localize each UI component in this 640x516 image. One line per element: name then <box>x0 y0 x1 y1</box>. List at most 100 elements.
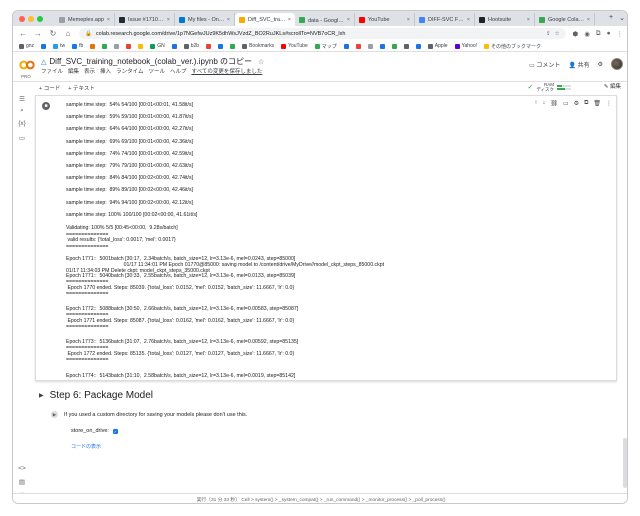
tab-close-icon[interactable]: × <box>107 17 110 23</box>
mirror-cell-icon[interactable]: ⧉ <box>584 100 588 107</box>
bookmark-item[interactable] <box>403 43 409 49</box>
show-code-link[interactable]: コードの表示 <box>71 443 101 450</box>
add-text-button[interactable]: + テキスト <box>68 84 95 92</box>
browser-tab[interactable]: Issue #1710 · CorentinJ/...× <box>115 13 175 26</box>
bookmark-item[interactable]: Apple <box>427 43 448 49</box>
bookmark-item[interactable] <box>90 43 96 49</box>
tab-close-icon[interactable]: × <box>527 17 530 23</box>
cell-settings-icon[interactable]: ⚙ <box>574 100 579 107</box>
bookmark-item[interactable] <box>379 43 385 49</box>
bookmark-item[interactable] <box>355 43 361 49</box>
new-tab-icon[interactable]: + <box>609 14 613 22</box>
files-icon[interactable]: ▭ <box>18 134 26 142</box>
minimize-window-button[interactable] <box>28 16 34 22</box>
extension-icon[interactable]: ◉ <box>584 30 590 38</box>
form-cell[interactable]: ▶ If you used a custom directory for sav… <box>51 411 247 418</box>
tab-close-icon[interactable]: × <box>467 17 470 23</box>
browser-tab[interactable]: DIFF-SVC FOR V...× <box>415 13 475 26</box>
browser-tab[interactable]: Hootsuite × <box>475 13 535 26</box>
settings-icon[interactable]: ⚙ <box>598 61 603 68</box>
bookmark-item[interactable]: その他のブックマーク <box>484 43 541 50</box>
menu-item[interactable]: ファイル <box>41 67 63 75</box>
bookmark-item[interactable]: fb <box>72 43 83 49</box>
bookmark-item[interactable] <box>218 43 224 49</box>
store-on-drive-checkbox[interactable]: ✓ <box>112 428 118 434</box>
tab-close-icon[interactable]: × <box>587 17 590 23</box>
star-icon[interactable]: ☆ <box>258 58 264 66</box>
bookmark-item[interactable] <box>343 43 349 49</box>
bookmark-item[interactable] <box>41 43 47 49</box>
bookmark-item[interactable]: マップ <box>314 43 337 50</box>
close-window-button[interactable] <box>19 16 25 22</box>
menu-item[interactable]: ランタイム <box>116 67 143 75</box>
bookmark-item[interactable] <box>102 43 108 49</box>
browser-tab[interactable]: YouTube × <box>355 13 415 26</box>
edit-mode-button[interactable]: ✎ 編集 <box>604 82 621 90</box>
bookmark-item[interactable]: gnz <box>19 43 34 49</box>
collapse-caret-icon[interactable]: ▶ <box>39 392 44 399</box>
browser-tab[interactable]: Memeplex.app × <box>55 13 115 26</box>
tab-search-icon[interactable]: ⌄ <box>619 14 625 22</box>
bookmark-item[interactable]: b2b <box>183 43 199 49</box>
profile-icon[interactable]: ● <box>607 30 611 38</box>
home-icon[interactable]: ⌂ <box>64 29 72 38</box>
toc-icon[interactable]: ☰ <box>18 95 26 103</box>
variables-icon[interactable]: {x} <box>18 120 26 127</box>
tab-close-icon[interactable]: × <box>167 17 170 23</box>
forward-icon[interactable]: → <box>34 29 42 38</box>
back-icon[interactable]: ← <box>19 29 27 38</box>
bookmark-item[interactable]: YouTube <box>281 43 308 49</box>
scrollbar[interactable] <box>623 438 627 488</box>
delete-icon[interactable]: 🗑 <box>593 100 601 107</box>
search-icon[interactable]: ⌕ <box>18 107 26 115</box>
browser-tab[interactable]: Diff_SVC_training_noteb...× <box>235 13 295 26</box>
menu-item[interactable]: 表示 <box>84 67 95 75</box>
comment-cell-icon[interactable]: ▭ <box>563 100 569 107</box>
menu-item[interactable]: ヘルプ <box>170 67 187 75</box>
bookmark-item[interactable] <box>391 43 397 49</box>
bookmark-item[interactable]: Bookmarks <box>242 43 274 49</box>
code-cell[interactable]: ■ ↑ ↓ ⛓ ▭ ⚙ ⧉ 🗑 ⋮ sample time step: 54% … <box>35 95 617 381</box>
menu-item[interactable]: 挿入 <box>100 67 111 75</box>
reload-icon[interactable]: ↻ <box>49 29 57 38</box>
bookmark-item[interactable] <box>206 43 212 49</box>
browser-tab[interactable]: My files - OneDrive× <box>175 13 235 26</box>
bookmark-item[interactable] <box>171 43 177 49</box>
section-header[interactable]: ▶ Step 6: Package Model <box>39 390 153 401</box>
resource-indicator[interactable]: ✓ RAM ディスク <box>527 82 571 92</box>
bookmark-item[interactable] <box>126 43 132 49</box>
cell-more-icon[interactable]: ⋮ <box>606 100 612 107</box>
comment-button[interactable]: ▭ コメント <box>529 60 560 69</box>
link-icon[interactable]: ⛓ <box>550 100 558 107</box>
address-bar[interactable]: 🔒 colab.research.google.com/drive/1p7NGe… <box>79 28 566 39</box>
share-button[interactable]: 👤 共有 <box>568 60 589 69</box>
bookmark-item[interactable]: tw <box>53 43 65 49</box>
extension-icon[interactable]: ⬢ <box>573 30 579 38</box>
zoom-window-button[interactable] <box>37 16 43 22</box>
stop-cell-button[interactable]: ■ <box>42 102 50 110</box>
bookmark-item[interactable] <box>138 43 144 49</box>
add-code-button[interactable]: + コード <box>39 84 60 92</box>
bookmark-item[interactable] <box>415 43 421 49</box>
save-status-link[interactable]: すべての変更を保存しました <box>191 67 262 75</box>
browser-tab[interactable]: data - Google ドライブ× <box>295 13 355 26</box>
notebook-title-text[interactable]: Diff_SVC_training_notebook_(colab_ver.).… <box>49 56 252 67</box>
bookmark-item[interactable] <box>230 43 236 49</box>
command-palette-icon[interactable]: ▤ <box>18 478 26 486</box>
bookmark-item[interactable] <box>114 43 120 49</box>
bookmark-item[interactable]: Yahoo! <box>454 43 477 49</box>
browser-tab[interactable]: Google Colab V...× <box>535 13 595 26</box>
bookmark-item[interactable]: GN <box>150 43 165 49</box>
menu-item[interactable]: 編集 <box>68 67 79 75</box>
puzzle-icon[interactable]: ⧉ <box>596 30 601 38</box>
colab-logo-icon[interactable] <box>19 57 35 73</box>
move-up-icon[interactable]: ↑ <box>534 100 537 107</box>
move-down-icon[interactable]: ↓ <box>542 100 545 107</box>
menu-item[interactable]: ツール <box>148 67 165 75</box>
avatar[interactable] <box>611 58 623 70</box>
more-icon[interactable]: ⋮ <box>617 30 624 38</box>
tab-close-icon[interactable]: × <box>407 17 410 23</box>
tab-close-icon[interactable]: × <box>227 17 230 23</box>
bookmark-item[interactable] <box>367 43 373 49</box>
code-snippets-icon[interactable]: <> <box>18 465 26 472</box>
